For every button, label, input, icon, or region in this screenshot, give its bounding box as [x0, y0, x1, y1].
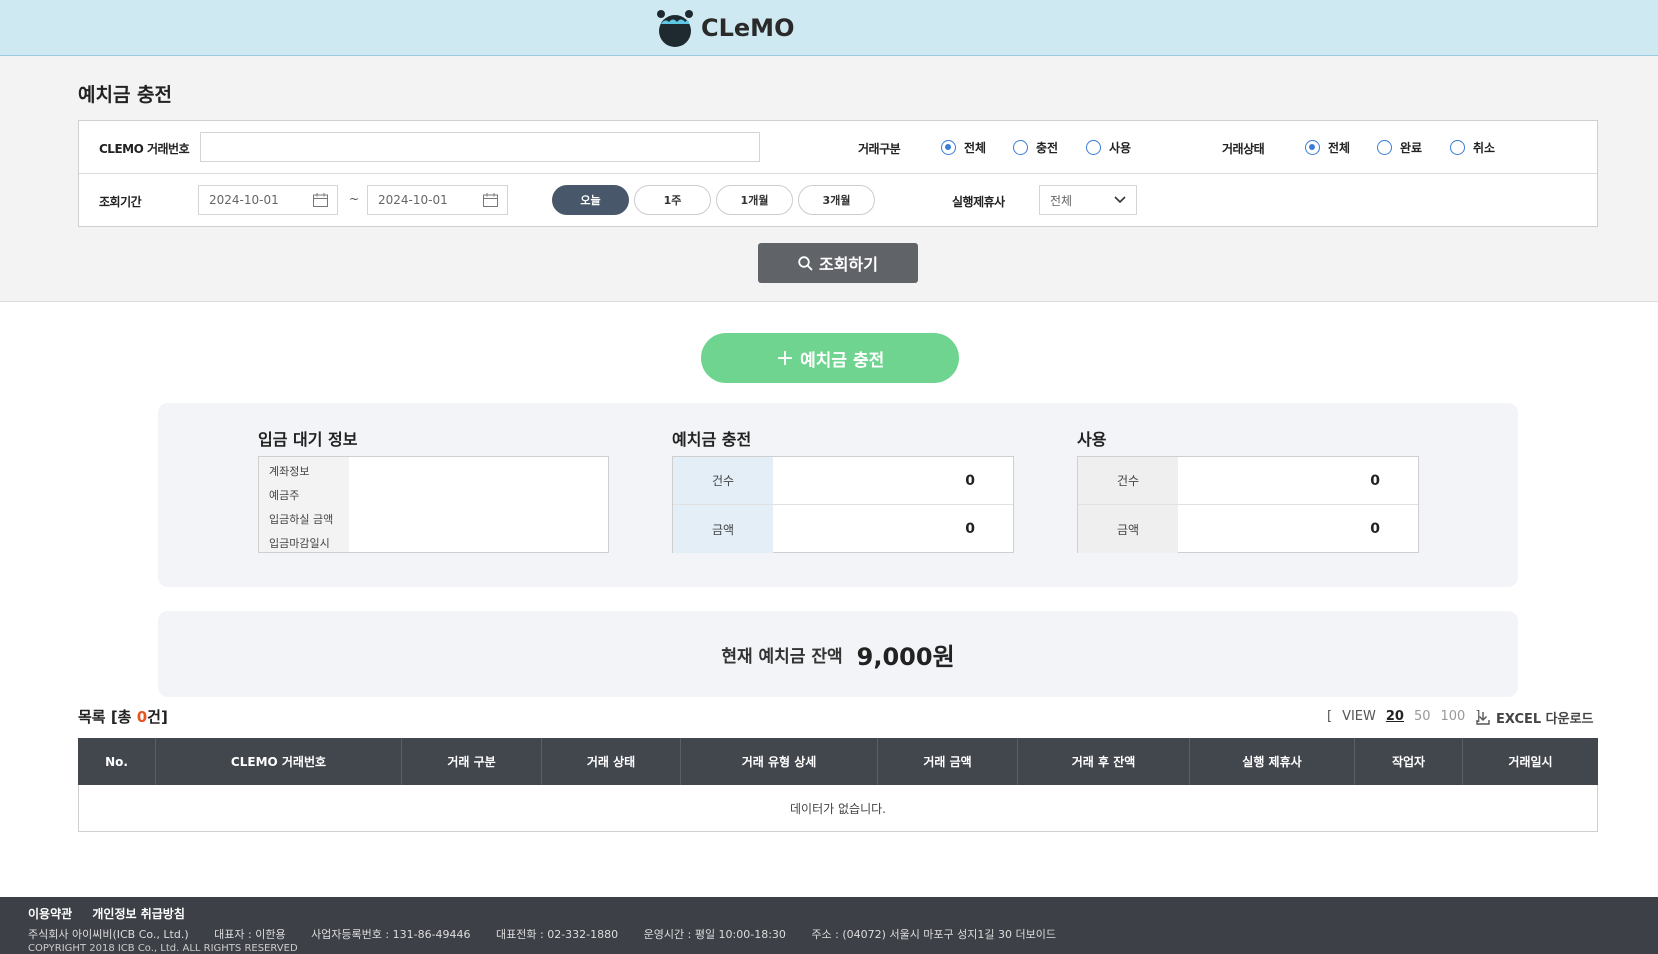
- logo-text: CLeMO: [701, 14, 795, 42]
- radio-unchecked-icon: [1013, 140, 1028, 155]
- mascot-icon: [657, 10, 693, 47]
- filter-row-1: CLEMO 거래번호 거래구분 전체 충전 사용 거래상태 전체 완료 취소: [79, 121, 1597, 174]
- use-summary-box: 건수 0 금액 0: [1077, 456, 1419, 553]
- col-txn-amount: 거래 금액: [878, 738, 1018, 785]
- txn-type-radio-charge[interactable]: 충전: [1013, 139, 1058, 156]
- txn-status-radio-cancel[interactable]: 취소: [1450, 139, 1495, 156]
- date-separator: ~: [349, 192, 360, 206]
- txn-type-radio-all[interactable]: 전체: [941, 139, 986, 156]
- use-summary-title: 사용: [1077, 430, 1107, 449]
- deposit-amount-label: 입금하실 금액: [269, 513, 334, 526]
- use-amount-label: 금액: [1078, 505, 1178, 553]
- deposit-charge-button[interactable]: + 예치금 충전: [701, 333, 959, 383]
- col-partner: 실행 제휴사: [1190, 738, 1355, 785]
- radio-unchecked-icon: [1377, 140, 1392, 155]
- clemo-logo[interactable]: CLeMO: [655, 6, 794, 50]
- table-header: No. CLEMO 거래번호 거래 구분 거래 상태 거래 유형 상세 거래 금…: [78, 738, 1598, 785]
- deposit-wait-title: 입금 대기 정보: [258, 430, 358, 449]
- date-to-input[interactable]: 2024-10-01: [367, 185, 508, 215]
- depositor-label: 예금주: [269, 489, 300, 502]
- use-amount-value: 0: [1370, 521, 1380, 537]
- calendar-icon[interactable]: [313, 193, 328, 207]
- deposit-wait-labels: 계좌정보 예금주 입금하실 금액 입금마감일시: [259, 457, 349, 552]
- charge-count-value: 0: [965, 472, 975, 489]
- period-label: 조회기간: [99, 195, 142, 209]
- filter-row-2: 조회기간 2024-10-01 ~ 2024-10-01 오늘 1주 1개월 3…: [79, 174, 1597, 227]
- balance-panel: 현재 예치금 잔액 9,000원: [158, 611, 1518, 697]
- view-option-50[interactable]: 50: [1414, 709, 1431, 724]
- charge-summary-box: 건수 0 금액 0: [672, 456, 1014, 553]
- col-no: No.: [78, 738, 156, 785]
- range-3month-button[interactable]: 3개월: [798, 185, 875, 215]
- use-amount-row: 금액 0: [1078, 505, 1418, 553]
- privacy-link[interactable]: 개인정보 취급방침: [92, 907, 185, 921]
- filter-box: CLEMO 거래번호 거래구분 전체 충전 사용 거래상태 전체 완료 취소 조…: [78, 120, 1598, 227]
- txn-status-radio-done[interactable]: 완료: [1377, 139, 1422, 156]
- footer-links: 이용약관 개인정보 취급방침: [28, 905, 201, 922]
- charge-count-row: 건수 0: [673, 457, 1013, 505]
- list-count: 0: [136, 708, 148, 726]
- txn-type-label: 거래구분: [858, 142, 901, 156]
- col-balance-after: 거래 후 잔액: [1018, 738, 1190, 785]
- plus-icon: +: [775, 345, 795, 371]
- use-count-label: 건수: [1078, 457, 1178, 504]
- radio-unchecked-icon: [1086, 140, 1101, 155]
- use-count-row: 건수 0: [1078, 457, 1418, 505]
- footer-copyright: COPYRIGHT 2018 ICB Co., Ltd. ALL RIGHTS …: [28, 943, 298, 954]
- range-today-button[interactable]: 오늘: [552, 185, 629, 215]
- radio-checked-icon: [941, 140, 956, 155]
- partner-select[interactable]: 전체: [1039, 185, 1137, 215]
- col-txn-type: 거래 구분: [402, 738, 542, 785]
- list-title: 목록 [총 0건]: [78, 708, 168, 726]
- txn-status-radio-all[interactable]: 전체: [1305, 139, 1350, 156]
- col-operator: 작업자: [1355, 738, 1463, 785]
- date-from-input[interactable]: 2024-10-01: [198, 185, 338, 215]
- view-size-control: [ VIEW 20 50 100 ]: [1327, 709, 1481, 724]
- radio-unchecked-icon: [1450, 140, 1465, 155]
- calendar-icon[interactable]: [483, 193, 498, 207]
- transaction-table: No. CLEMO 거래번호 거래 구분 거래 상태 거래 유형 상세 거래 금…: [78, 738, 1598, 832]
- chevron-down-icon: [1114, 196, 1126, 204]
- search-button[interactable]: 조회하기: [758, 243, 918, 283]
- search-icon: [798, 255, 813, 271]
- view-label: VIEW: [1342, 709, 1376, 724]
- txn-no-input[interactable]: [200, 132, 760, 162]
- excel-download-button[interactable]: EXCEL 다운로드: [1476, 708, 1594, 727]
- radio-checked-icon: [1305, 140, 1320, 155]
- summary-panel: 입금 대기 정보 계좌정보 예금주 입금하실 금액 입금마감일시 예치금 충전 …: [158, 403, 1518, 587]
- table-empty-row: 데이터가 없습니다.: [78, 785, 1598, 832]
- footer-company-info: 주식회사 아이씨비(ICB Co., Ltd.) 대표자 : 이한용 사업자등록…: [28, 928, 1056, 941]
- txn-status-label: 거래상태: [1222, 142, 1265, 156]
- col-txn-status: 거래 상태: [542, 738, 681, 785]
- footer: 이용약관 개인정보 취급방침 주식회사 아이씨비(ICB Co., Ltd.) …: [0, 897, 1658, 954]
- col-txn-no: CLEMO 거래번호: [156, 738, 402, 785]
- view-option-100[interactable]: 100: [1441, 709, 1466, 724]
- txn-no-label: CLEMO 거래번호: [99, 142, 190, 156]
- charge-summary-title: 예치금 충전: [672, 430, 752, 449]
- terms-link[interactable]: 이용약관: [28, 907, 72, 921]
- charge-count-label: 건수: [673, 457, 773, 504]
- page-title: 예치금 충전: [78, 84, 173, 106]
- partner-label: 실행제휴사: [952, 195, 1005, 209]
- deposit-deadline-label: 입금마감일시: [269, 537, 330, 550]
- range-1week-button[interactable]: 1주: [634, 185, 711, 215]
- range-1month-button[interactable]: 1개월: [716, 185, 793, 215]
- col-txn-detail: 거래 유형 상세: [681, 738, 878, 785]
- top-header: CLeMO: [0, 0, 1658, 56]
- txn-type-radio-use[interactable]: 사용: [1086, 139, 1131, 156]
- view-option-20[interactable]: 20: [1386, 709, 1404, 724]
- charge-amount-value: 0: [965, 521, 975, 537]
- download-icon: [1476, 711, 1490, 725]
- account-info-label: 계좌정보: [269, 465, 310, 478]
- balance-label: 현재 예치금 잔액: [721, 646, 843, 667]
- charge-amount-label: 금액: [673, 505, 773, 553]
- use-count-value: 0: [1370, 472, 1380, 489]
- charge-amount-row: 금액 0: [673, 505, 1013, 553]
- deposit-wait-box: 계좌정보 예금주 입금하실 금액 입금마감일시: [258, 456, 609, 553]
- col-txn-datetime: 거래일시: [1508, 755, 1553, 769]
- balance-value: 9,000원: [856, 642, 955, 671]
